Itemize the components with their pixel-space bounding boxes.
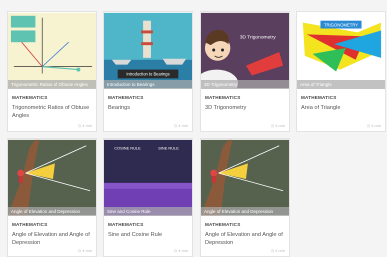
video-card-obtuse-angles[interactable]: Trigonometric Ratios of Obtuse Angles MA… (7, 11, 97, 132)
area-triangle-thumbnail: TRIGONOMETRY (297, 12, 385, 89)
card-title: Angle of Elevation and Angle of Depressi… (205, 232, 283, 246)
thumbnail-caption: Trigonometric Ratios of Obtuse Angles (8, 80, 96, 89)
card-subject: MATHEMATICS (12, 95, 48, 100)
card-duration: 4 min (371, 123, 381, 128)
card-thumbnail: Angle of Elevation and Depression (8, 139, 96, 216)
card-thumbnail: COSINE RULE SINE RULE Sine and Cosine Ru… (104, 139, 192, 216)
sine-rule-label: SINE RULE (158, 146, 179, 151)
card-thumbnail: 3D Trigonometry 3D Trigonometry (201, 12, 289, 89)
card-thumbnail: Angle of Elevation and Depression (201, 139, 289, 216)
bearings-thumbnail: Introduction to Bearings (104, 12, 192, 89)
sine-cosine-thumbnail: COSINE RULE SINE RULE (104, 139, 192, 216)
clock-icon: ◷ 4 min (77, 248, 92, 253)
card-duration: 4 min (82, 248, 92, 253)
thumbnail-title: TRIGONOMETRY (324, 22, 358, 27)
thumbnail-title: 3D Trigonometry (240, 34, 277, 40)
video-card-grid: Trigonometric Ratios of Obtuse Angles MA… (0, 0, 387, 257)
card-title: Trigonometric Ratios of Obtuse Angles (12, 105, 90, 119)
thumbnail-caption: Sine and Cosine Rule (104, 207, 192, 216)
thumbnail-caption: Angle of Elevation and Depression (8, 207, 96, 216)
video-card-elevation-depression-2[interactable]: Angle of Elevation and Depression MATHEM… (200, 138, 290, 257)
video-card-3d-trigonometry[interactable]: 3D Trigonometry 3D Trigonometry MATHEMAT… (200, 11, 290, 132)
card-title: 3D Trigonometry (205, 105, 247, 111)
thumbnail-title: Introduction to Bearings (126, 71, 169, 76)
card-duration: 4 min (178, 123, 188, 128)
card-subject: MATHEMATICS (12, 222, 48, 227)
cosine-rule-label: COSINE RULE (114, 146, 141, 151)
card-subject: MATHEMATICS (205, 95, 241, 100)
card-subject: MATHEMATICS (301, 95, 337, 100)
card-title: Angle of Elevation and Angle of Depressi… (12, 232, 90, 246)
thumbnail-caption: Introduction to Bearings (104, 80, 192, 89)
card-title: Area of Triangle (301, 105, 341, 111)
video-card-area-of-triangle[interactable]: TRIGONOMETRY Area of Triangle MATHEMATIC… (296, 11, 386, 132)
video-card-sine-cosine-rule[interactable]: COSINE RULE SINE RULE Sine and Cosine Ru… (103, 138, 193, 257)
card-subject: MATHEMATICS (108, 222, 144, 227)
elevation-thumbnail (8, 139, 96, 216)
clock-icon: ◷ 4 min (366, 123, 381, 128)
card-thumbnail: Trigonometric Ratios of Obtuse Angles (8, 12, 96, 89)
card-thumbnail: Introduction to Bearings Introduction to… (104, 12, 192, 89)
clock-icon: ◷ 4 min (77, 123, 92, 128)
card-title: Bearings (108, 105, 131, 111)
card-duration: 4 min (82, 123, 92, 128)
thumbnail-caption: 3D Trigonometry (201, 80, 289, 89)
video-card-bearings[interactable]: Introduction to Bearings Introduction to… (103, 11, 193, 132)
3d-trig-thumbnail: 3D Trigonometry (201, 12, 289, 89)
clock-icon: ◷ 4 min (270, 123, 285, 128)
clock-icon: ◷ 4 min (270, 248, 285, 253)
trig-graph-thumbnail (8, 12, 96, 89)
card-title: Sine and Cosine Rule (108, 232, 163, 238)
card-duration: 4 min (178, 248, 188, 253)
thumbnail-caption: Area of Triangle (297, 80, 385, 89)
card-subject: MATHEMATICS (108, 95, 144, 100)
card-duration: 4 min (275, 123, 285, 128)
card-duration: 4 min (275, 248, 285, 253)
video-card-elevation-depression[interactable]: Angle of Elevation and Depression MATHEM… (7, 138, 97, 257)
clock-icon: ◷ 4 min (173, 248, 188, 253)
clock-icon: ◷ 4 min (173, 123, 188, 128)
card-subject: MATHEMATICS (205, 222, 241, 227)
card-thumbnail: TRIGONOMETRY Area of Triangle (297, 12, 385, 89)
thumbnail-caption: Angle of Elevation and Depression (201, 207, 289, 216)
elevation-thumbnail (201, 139, 289, 216)
